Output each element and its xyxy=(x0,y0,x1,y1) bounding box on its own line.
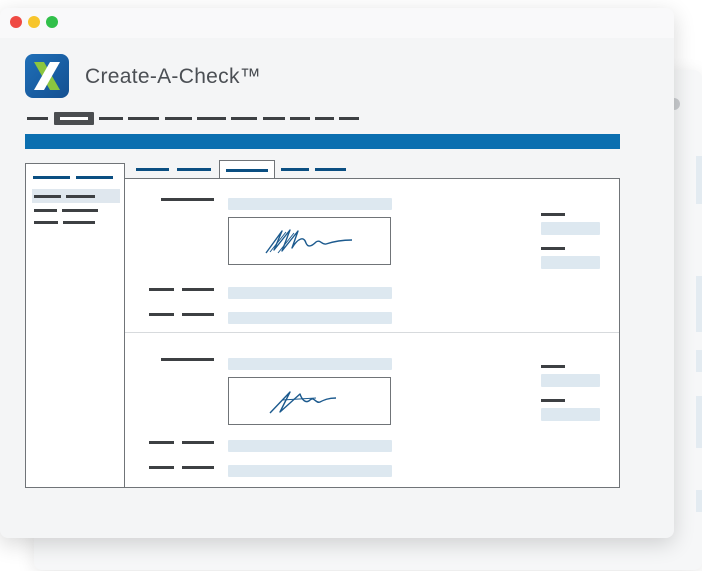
menu-item[interactable] xyxy=(27,117,48,120)
payee-field[interactable] xyxy=(228,198,392,210)
field-label xyxy=(161,358,214,361)
field-label xyxy=(541,247,565,250)
tab[interactable] xyxy=(136,168,169,171)
app-logo xyxy=(25,54,69,98)
date-field[interactable] xyxy=(541,222,600,235)
field-label xyxy=(541,399,565,402)
field-label xyxy=(541,213,565,216)
check-list-panel xyxy=(125,178,620,488)
field-label xyxy=(541,365,565,368)
field-label xyxy=(182,466,214,469)
menu-item[interactable] xyxy=(263,117,285,120)
minimize-button[interactable] xyxy=(28,16,40,28)
field-label xyxy=(182,441,214,444)
menu-item-selected[interactable] xyxy=(54,112,94,125)
close-button[interactable] xyxy=(10,16,22,28)
field-label xyxy=(149,313,174,316)
menu-item[interactable] xyxy=(315,117,334,120)
sidebar-header xyxy=(76,176,113,179)
menu-item[interactable] xyxy=(128,117,159,120)
sidebar-header xyxy=(33,176,70,179)
menu-item[interactable] xyxy=(231,117,257,120)
app-window: Create-A-Check™ xyxy=(0,8,674,538)
check-number-field[interactable] xyxy=(541,256,600,269)
payee-field[interactable] xyxy=(228,358,392,370)
tab[interactable] xyxy=(177,168,211,171)
field-label xyxy=(161,198,214,201)
sidebar xyxy=(25,163,125,488)
maximize-button[interactable] xyxy=(46,16,58,28)
signature-box[interactable] xyxy=(228,217,391,265)
field-label xyxy=(149,288,174,291)
check-number-field[interactable] xyxy=(541,408,600,421)
title-bar xyxy=(0,8,674,38)
check-divider xyxy=(125,332,619,333)
signature-box[interactable] xyxy=(228,377,391,425)
date-field[interactable] xyxy=(541,374,600,387)
sidebar-item-selected[interactable] xyxy=(32,189,120,203)
memo-field[interactable] xyxy=(228,465,392,477)
menu-item[interactable] xyxy=(99,117,123,120)
toolbar-banner xyxy=(25,134,620,149)
menu-item[interactable] xyxy=(290,117,310,120)
app-title: Create-A-Check™ xyxy=(85,65,262,88)
tab[interactable] xyxy=(315,168,346,171)
amount-field[interactable] xyxy=(228,287,392,299)
menu-item[interactable] xyxy=(165,117,192,120)
sidebar-item[interactable] xyxy=(32,215,120,229)
menu-item[interactable] xyxy=(197,117,226,120)
field-label xyxy=(182,288,214,291)
tab[interactable] xyxy=(281,168,309,171)
amount-field[interactable] xyxy=(228,440,392,452)
signature-1 xyxy=(264,229,352,254)
field-label xyxy=(182,313,214,316)
field-label xyxy=(149,466,174,469)
signature-2 xyxy=(268,391,336,414)
menu-item[interactable] xyxy=(339,117,359,120)
x-logo-icon xyxy=(34,62,60,90)
memo-field[interactable] xyxy=(228,312,392,324)
field-label xyxy=(149,441,174,444)
